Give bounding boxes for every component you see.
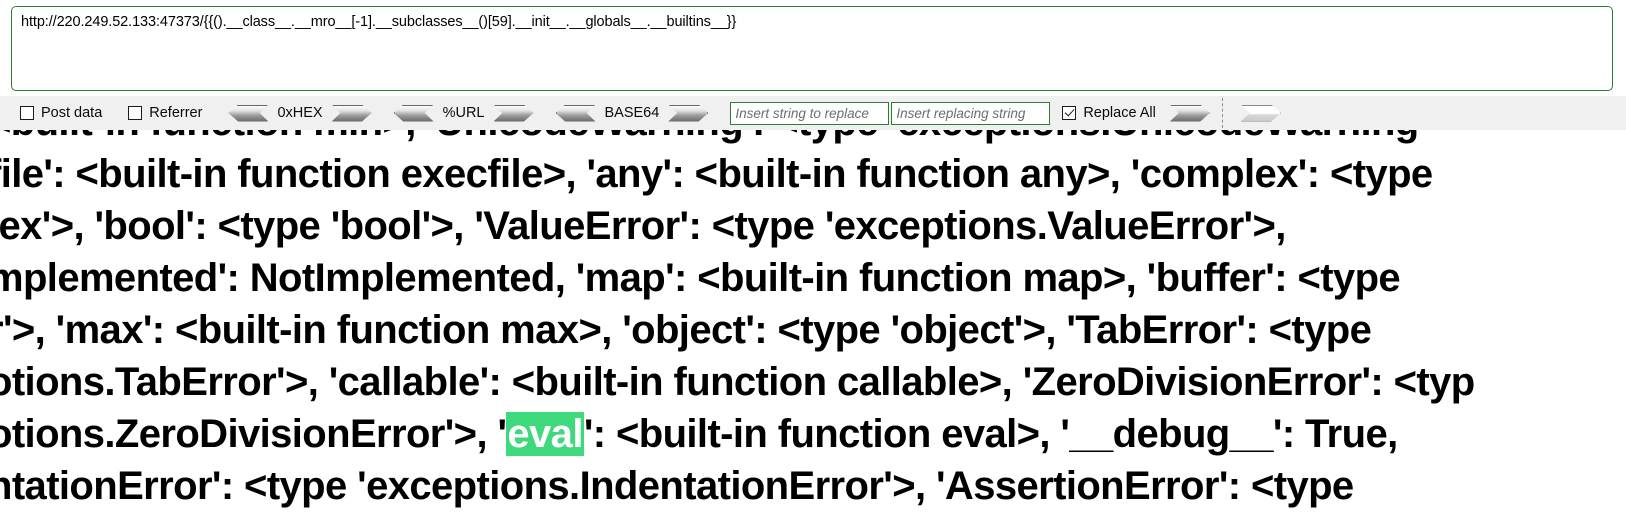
replacing-string-input[interactable] xyxy=(891,101,1051,125)
url-textarea[interactable]: http://220.249.52.133:47373/{{().__class… xyxy=(11,6,1613,91)
response-text-segment: file': <built-in function execfile>, 'an… xyxy=(0,152,1433,196)
search-string-input[interactable] xyxy=(730,101,890,125)
arrow-left-icon[interactable] xyxy=(393,104,434,122)
hex-codec-group: 0xHEX xyxy=(228,104,372,122)
apply-replace-arrow-icon[interactable] xyxy=(1169,104,1210,122)
response-line: otions.ZeroDivisionError'>, 'eval': <bui… xyxy=(0,408,1626,460)
url-text-value: http://220.249.52.133:47373/{{().__class… xyxy=(21,14,737,30)
response-text-segment: <built-in function min>, 'UnicodeWarning… xyxy=(0,130,1419,144)
send-request-arrow-icon[interactable] xyxy=(1240,104,1281,122)
response-line: mplemented': NotImplemented, 'map': <bui… xyxy=(0,252,1626,304)
highlighted-match: eval xyxy=(506,412,584,456)
request-editor-window: http://220.249.52.133:47373/{{().__class… xyxy=(0,0,1626,512)
response-line: lex'>, 'bool': <type 'bool'>, 'ValueErro… xyxy=(0,200,1626,252)
response-text-segment: mplemented': NotImplemented, 'map': <bui… xyxy=(0,256,1401,300)
response-line: ntationError': <type 'exceptions.Indenta… xyxy=(0,460,1626,512)
url-codec-group: %URL xyxy=(393,104,534,122)
replace-all-label: Replace All xyxy=(1083,105,1156,121)
post-data-label: Post data xyxy=(41,105,103,121)
response-text-segment: ': <built-in function eval>, '__debug__'… xyxy=(583,412,1398,456)
response-line: file': <built-in function execfile>, 'an… xyxy=(0,148,1626,200)
encoder-toolbar: Post data Referrer 0xHEX %URL BASE64 Rep… xyxy=(0,96,1626,130)
checkbox-icon[interactable] xyxy=(128,106,143,120)
response-pane[interactable]: <built-in function min>, 'UnicodeWarning… xyxy=(0,130,1626,512)
response-text: <built-in function min>, 'UnicodeWarning… xyxy=(0,130,1626,512)
replace-all-checkbox[interactable]: Replace All xyxy=(1062,105,1156,121)
response-text-segment: r'>, 'max': <built-in function max>, 'ob… xyxy=(0,308,1372,352)
checkbox-checked-icon[interactable] xyxy=(1062,106,1077,120)
base64-codec-group: BASE64 xyxy=(555,104,709,122)
response-line: r'>, 'max': <built-in function max>, 'ob… xyxy=(0,304,1626,356)
response-text-segment: lex'>, 'bool': <type 'bool'>, 'ValueErro… xyxy=(0,204,1286,248)
base64-label: BASE64 xyxy=(604,105,660,121)
response-text-segment: otions.TabError'>, 'callable': <built-in… xyxy=(0,360,1475,404)
arrow-right-icon[interactable] xyxy=(493,104,534,122)
response-text-segment: otions.ZeroDivisionError'>, ' xyxy=(0,412,507,456)
response-line: <built-in function min>, 'UnicodeWarning… xyxy=(0,130,1626,148)
post-data-checkbox[interactable]: Post data xyxy=(20,105,102,121)
referrer-label: Referrer xyxy=(149,105,203,121)
arrow-right-icon[interactable] xyxy=(668,104,709,122)
arrow-right-icon[interactable] xyxy=(331,104,372,122)
arrow-left-icon[interactable] xyxy=(555,104,596,122)
hex-label: 0xHEX xyxy=(277,105,323,121)
url-encode-label: %URL xyxy=(442,105,485,121)
response-line: otions.TabError'>, 'callable': <built-in… xyxy=(0,356,1626,408)
response-text-segment: ntationError': <type 'exceptions.Indenta… xyxy=(0,464,1354,508)
checkbox-icon[interactable] xyxy=(20,106,34,120)
arrow-left-icon[interactable] xyxy=(228,104,269,122)
referrer-checkbox[interactable]: Referrer xyxy=(128,105,202,121)
toolbar-divider xyxy=(1221,98,1223,128)
